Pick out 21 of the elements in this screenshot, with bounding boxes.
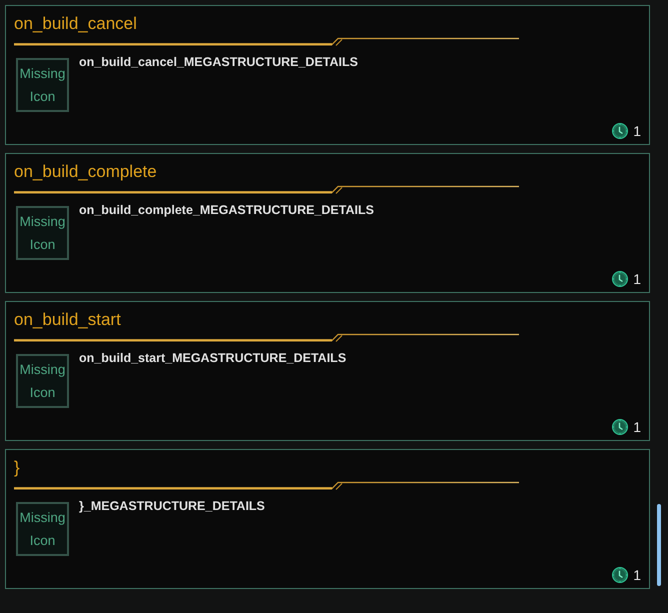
missing-icon-label: Missing Icon: [18, 213, 66, 254]
clock-icon: [612, 419, 628, 435]
event-details: on_build_cancel_MEGASTRUCTURE_DETAILS: [79, 55, 358, 70]
event-title: on_build_start: [14, 309, 121, 331]
missing-icon-label: Missing Icon: [18, 361, 66, 402]
count-label: 1: [633, 567, 641, 583]
missing-icon-label: Missing Icon: [18, 509, 66, 550]
count-label: 1: [633, 123, 641, 139]
clock-icon: [612, 567, 628, 583]
event-details: on_build_start_MEGASTRUCTURE_DETAILS: [79, 351, 346, 366]
event-title: on_build_cancel: [14, 13, 137, 35]
count-label: 1: [633, 419, 641, 435]
clock-icon: [612, 123, 628, 139]
count-label: 1: [633, 271, 641, 287]
clock-icon: [612, 271, 628, 287]
event-title: on_build_complete: [14, 161, 157, 183]
missing-icon-label: Missing Icon: [18, 65, 66, 106]
event-details: on_build_complete_MEGASTRUCTURE_DETAILS: [79, 203, 374, 218]
scrollbar-thumb[interactable]: [657, 504, 661, 586]
event-title: }: [14, 457, 20, 479]
event-details: }_MEGASTRUCTURE_DETAILS: [79, 499, 265, 514]
